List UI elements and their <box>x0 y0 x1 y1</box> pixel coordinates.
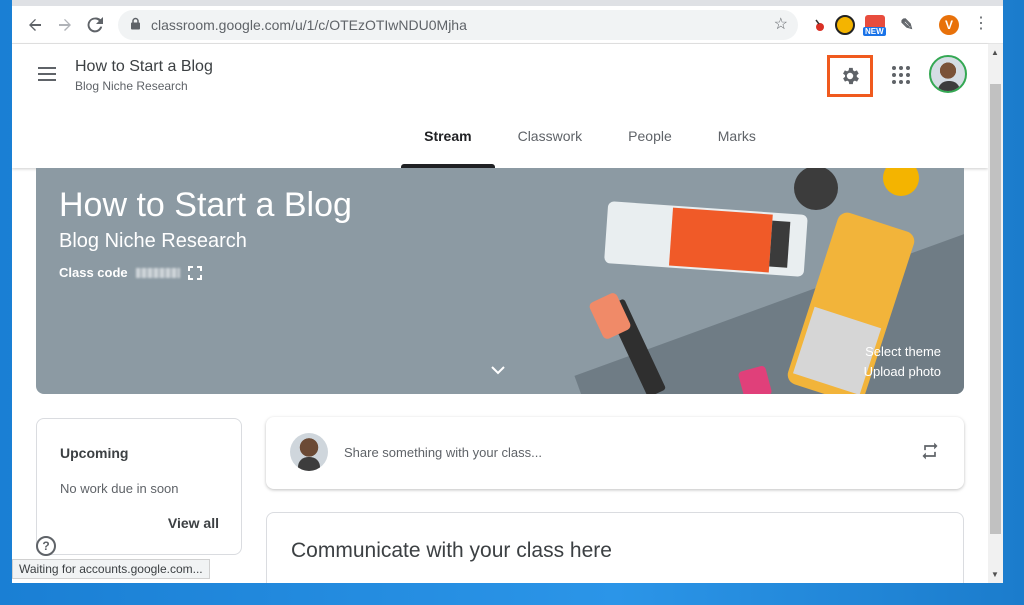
reload-icon <box>87 16 103 32</box>
class-banner: How to Start a Blog Blog Niche Research … <box>36 168 964 394</box>
classroom-header: How to Start a Blog Blog Niche Research … <box>12 44 988 168</box>
share-placeholder[interactable]: Share something with your class... <box>344 445 542 460</box>
scroll-down-icon[interactable]: ▼ <box>991 570 999 579</box>
upcoming-card: Upcoming No work due in soon View all <box>36 418 242 555</box>
extension-icon-red[interactable] <box>809 15 829 35</box>
profile-avatar[interactable]: V <box>939 15 959 35</box>
share-box[interactable]: Share something with your class... <box>266 417 964 489</box>
forward-button[interactable] <box>50 10 80 40</box>
class-tabs: Stream Classwork People Marks <box>12 124 988 168</box>
class-code-label: Class code <box>59 265 128 280</box>
settings-button[interactable] <box>827 55 873 97</box>
scrollbar-thumb[interactable] <box>990 84 1001 534</box>
bookmark-star-icon[interactable]: ☆ <box>774 14 788 34</box>
upcoming-heading: Upcoming <box>60 445 129 461</box>
class-code-value-blurred <box>135 267 180 278</box>
back-button[interactable] <box>20 10 50 40</box>
upload-photo-link[interactable]: Upload photo <box>864 362 941 382</box>
banner-title: How to Start a Blog <box>59 186 352 224</box>
lock-icon <box>130 17 141 33</box>
help-icon[interactable]: ? <box>36 536 56 556</box>
gear-icon <box>843 67 859 85</box>
browser-toolbar: classroom.google.com/u/1/c/OTEzOTIwNDU0M… <box>12 6 1003 44</box>
share-avatar <box>290 433 328 471</box>
tab-people[interactable]: People <box>605 124 695 168</box>
tab-stream[interactable]: Stream <box>401 124 496 168</box>
extension-icon-grammar[interactable] <box>835 15 855 35</box>
scroll-up-icon[interactable]: ▲ <box>991 48 999 57</box>
chevron-down-icon[interactable] <box>491 362 505 378</box>
browser-status-bar: Waiting for accounts.google.com... <box>12 559 210 579</box>
banner-links: Select theme Upload photo <box>864 342 941 382</box>
apps-grid-icon[interactable] <box>892 66 910 84</box>
class-code-row: Class code <box>59 265 202 280</box>
arrow-left-icon <box>29 18 41 31</box>
communicate-card: Communicate with your class here <box>266 512 964 583</box>
communicate-title: Communicate with your class here <box>291 539 612 562</box>
vertical-scrollbar[interactable]: ▲ ▼ <box>988 44 1003 583</box>
tab-marks[interactable]: Marks <box>695 124 779 168</box>
url-text: classroom.google.com/u/1/c/OTEzOTIwNDU0M… <box>151 17 467 33</box>
hamburger-menu-icon[interactable] <box>38 67 56 85</box>
view-all-link[interactable]: View all <box>168 515 219 531</box>
browser-menu-icon[interactable]: ⋮ <box>973 16 989 32</box>
new-badge: NEW <box>863 27 886 36</box>
fullscreen-icon[interactable] <box>187 265 202 280</box>
repost-icon[interactable] <box>920 441 940 466</box>
extension-icon-pen[interactable]: ✎ <box>897 15 917 35</box>
class-title[interactable]: How to Start a Blog <box>75 58 213 76</box>
user-avatar[interactable] <box>929 55 967 93</box>
class-section: Blog Niche Research <box>75 79 188 93</box>
upcoming-empty-text: No work due in soon <box>60 481 179 496</box>
arrow-right-icon <box>59 18 71 31</box>
address-bar[interactable]: classroom.google.com/u/1/c/OTEzOTIwNDU0M… <box>118 10 798 40</box>
reload-button[interactable] <box>80 10 110 40</box>
tab-classwork[interactable]: Classwork <box>495 124 606 168</box>
browser-window: classroom.google.com/u/1/c/OTEzOTIwNDU0M… <box>12 0 1003 583</box>
banner-subtitle: Blog Niche Research <box>59 230 247 252</box>
select-theme-link[interactable]: Select theme <box>864 342 941 362</box>
